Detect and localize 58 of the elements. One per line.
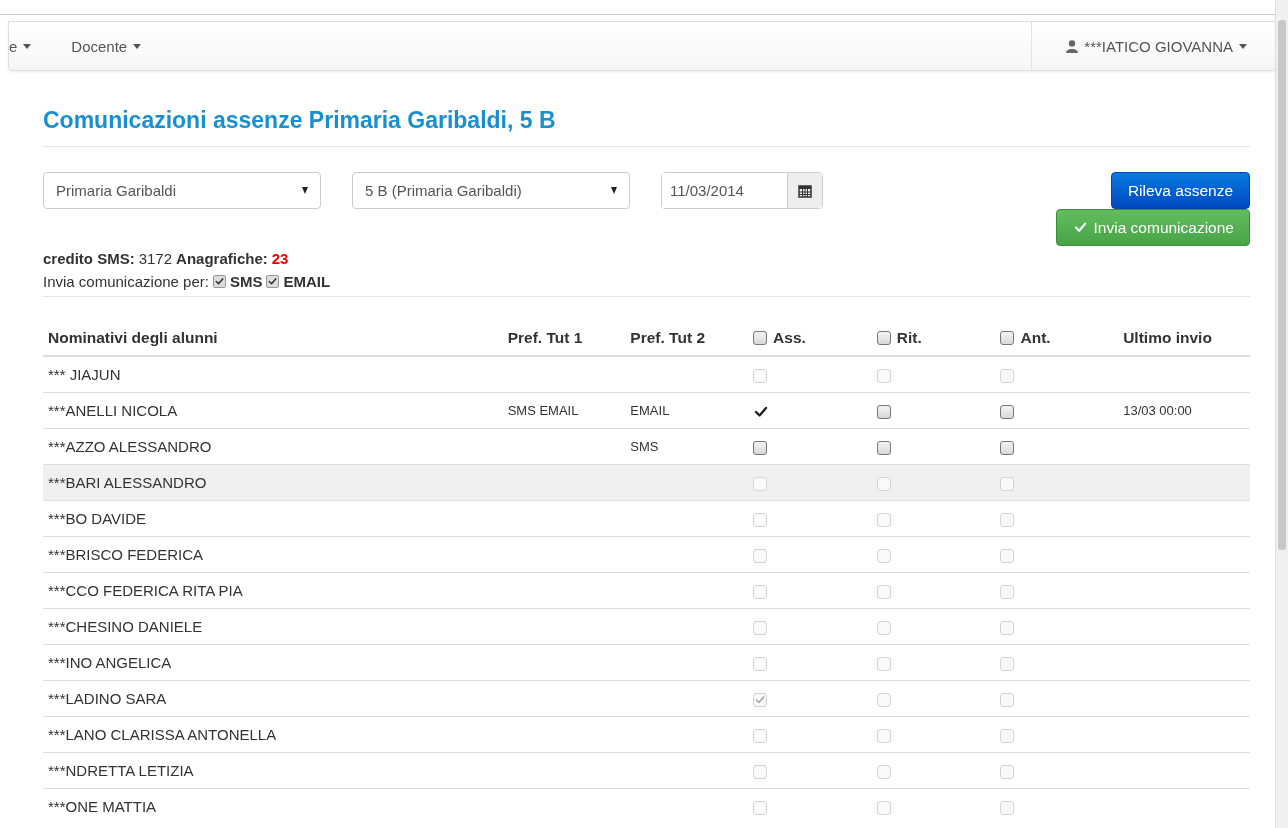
student-name: ***BO DAVIDE	[48, 510, 147, 527]
user-icon	[1066, 39, 1079, 53]
table-cell: SMS EMAIL	[507, 403, 579, 418]
caret-icon	[23, 43, 32, 49]
student-name: ***ANELLI NICOLA	[48, 402, 178, 419]
checkbox[interactable]	[876, 405, 891, 419]
table-cell: 13/03 00:00	[1123, 403, 1192, 418]
checkbox[interactable]	[1000, 405, 1015, 419]
student-name: ***CHESINO DANIELE	[48, 618, 203, 635]
calendar-icon	[798, 183, 812, 198]
checkbox[interactable]	[1000, 331, 1015, 345]
column-header: Nominativi degli alunni	[48, 329, 218, 346]
column-header: Ant.	[1020, 329, 1051, 347]
student-name: ***BARI ALESSANDRO	[48, 474, 207, 491]
student-name: ***LADINO SARA	[48, 690, 167, 707]
checkbox[interactable]	[876, 331, 891, 345]
student-name: ***ONE MATTIA	[48, 798, 157, 815]
stat-value: 3172	[138, 250, 173, 267]
student-name: ***INO ANGELICA	[48, 654, 172, 671]
caret-icon	[133, 43, 142, 49]
class-select[interactable]: 5 B (Primaria Garibaldi)	[352, 172, 630, 209]
nav-menu[interactable]: Docente	[56, 22, 157, 70]
stat-label: credito SMS:	[43, 250, 135, 267]
checkbox[interactable]	[1000, 441, 1015, 455]
calendar-button[interactable]	[787, 173, 822, 208]
student-name: ***AZZO ALESSANDRO	[48, 438, 212, 455]
student-name: ***CCO FEDERICA RITA PIA	[48, 582, 243, 599]
checkbox[interactable]	[266, 275, 280, 288]
table-cell: EMAIL	[630, 403, 670, 418]
column-header: Ultimo invio	[1123, 329, 1212, 346]
stat-value: 23	[271, 250, 289, 267]
checkbox[interactable]	[212, 275, 226, 288]
caret-icon	[611, 187, 617, 194]
checkbox[interactable]	[876, 441, 891, 455]
channel-label: EMAIL	[283, 273, 331, 290]
caret-icon	[1239, 43, 1247, 49]
column-header: Pref. Tut 1	[507, 329, 583, 346]
caret-icon	[302, 187, 308, 194]
column-header: Ass.	[773, 329, 806, 347]
column-header: Pref. Tut 2	[630, 329, 705, 346]
school-select[interactable]: Primaria Garibaldi	[43, 172, 321, 209]
scrollbar[interactable]	[1275, 0, 1288, 828]
student-name: *** JIAJUN	[48, 366, 121, 383]
page-title: Comunicazioni assenze Primaria Garibaldi, 5 B	[43, 107, 1250, 147]
column-header: Rit.	[896, 329, 922, 347]
student-name: ***LANO CLARISSA ANTONELLA	[48, 726, 277, 743]
nav-menu[interactable]: e	[9, 22, 47, 70]
checkmark-icon	[1072, 221, 1088, 234]
channel-label: SMS	[229, 273, 263, 290]
date-field[interactable]: 11/03/2014	[661, 172, 823, 209]
detect-absences-button[interactable]: Rileva assenze	[1110, 172, 1250, 209]
student-name: ***BRISCO FEDERICA	[48, 546, 204, 563]
checkbox[interactable]	[753, 331, 768, 345]
send-via-label: Invia comunicazione per:	[43, 273, 209, 290]
stat-label: Anagrafiche:	[176, 250, 268, 267]
checkbox[interactable]	[753, 441, 768, 455]
table-cell: SMS	[630, 439, 659, 454]
student-name: ***NDRETTA LETIZIA	[48, 762, 194, 779]
